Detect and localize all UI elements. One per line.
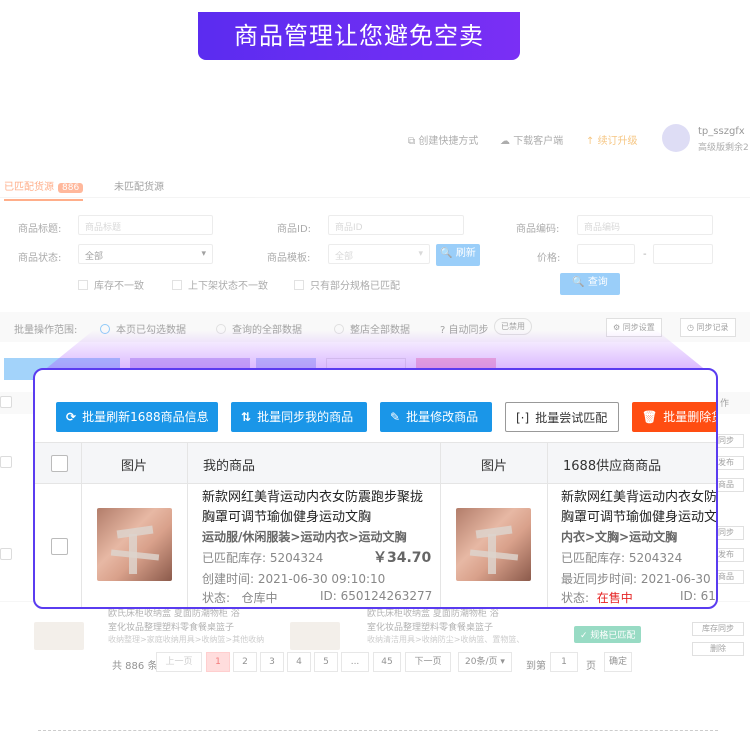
header-supplier-product: 1688供应商商品 bbox=[563, 459, 662, 474]
bg-row-sup-title-2: 室化妆品整理塑料零食餐桌篮子 bbox=[367, 623, 494, 633]
chevron-down-icon: ▾ bbox=[201, 249, 206, 259]
page-ellipsis[interactable]: ... bbox=[341, 652, 369, 672]
price-min-input[interactable] bbox=[577, 244, 635, 264]
chevron-down-icon: ▾ bbox=[418, 249, 423, 259]
header-ops-label: 作 bbox=[720, 399, 730, 409]
supplier-product-image bbox=[456, 508, 531, 581]
template-select[interactable]: 全部 ▾ bbox=[328, 244, 430, 264]
code-input[interactable]: 商品编码 bbox=[577, 215, 713, 235]
download-link[interactable]: ☁ 下载客户端 bbox=[500, 132, 563, 147]
match-icon: [·] bbox=[516, 411, 530, 425]
supplier-product-id: ID: 61 bbox=[680, 589, 716, 603]
price-separator: - bbox=[643, 249, 647, 260]
source-tabs: 已匹配货源 886 未匹配货源 bbox=[0, 170, 750, 201]
divider bbox=[38, 730, 718, 731]
id-label: 商品ID: bbox=[277, 224, 312, 235]
page-1-button[interactable]: 1 bbox=[206, 652, 230, 672]
title-label: 商品标题: bbox=[18, 224, 62, 235]
my-product-stock: 已匹配库存: 5204324 bbox=[202, 551, 324, 565]
tab-matched[interactable]: 已匹配货源 886 bbox=[4, 178, 84, 201]
batch-refresh-1688-button[interactable]: ⟳ 批量刷新1688商品信息 bbox=[56, 402, 218, 432]
price-max-input[interactable] bbox=[653, 244, 713, 264]
refresh-icon: ⟳ bbox=[66, 410, 77, 424]
trash-icon: 🗑 bbox=[642, 410, 658, 424]
id-input[interactable]: 商品ID bbox=[328, 215, 464, 235]
sync-icon: ⇅ bbox=[241, 410, 252, 424]
page-unit-label: 页 bbox=[586, 661, 596, 672]
batch-try-match-button[interactable]: [·] 批量尝试匹配 bbox=[505, 402, 619, 432]
my-product-category: 运动服/休闲服装>运动内衣>运动文胸 bbox=[202, 530, 407, 544]
goto-input[interactable]: 1 bbox=[550, 652, 578, 672]
batch-scope-label: 批量操作范围: bbox=[14, 325, 78, 336]
search-button[interactable]: 🔍 查询 bbox=[560, 273, 620, 295]
bg-row-title-2: 室化妆品整理塑料零食餐桌篮子 bbox=[108, 623, 235, 633]
my-product-created: 创建时间: 2021-06-30 09:10:10 bbox=[202, 572, 386, 586]
header-image-2: 图片 bbox=[481, 459, 508, 474]
template-label: 商品模板: bbox=[267, 253, 311, 264]
supplier-sync-time: 最近同步时间: 2021-06-30 bbox=[561, 572, 711, 586]
supplier-product-category: 内衣>文胸>运动文胸 bbox=[561, 530, 678, 544]
bg-row-category: 收纳整理>家庭收纳用具>收纳篮>其他收纳 bbox=[108, 635, 265, 644]
page-4-button[interactable]: 4 bbox=[287, 652, 311, 672]
plan-text: 高级版剩余2 bbox=[698, 143, 749, 153]
confirm-button[interactable]: 确定 bbox=[604, 652, 632, 672]
my-product-image bbox=[97, 508, 172, 581]
my-product-title[interactable]: 新款网红美背运动内衣女防震跑步聚拢胸罩可调节瑜伽健身运动文胸 bbox=[202, 488, 427, 528]
row-checkbox[interactable] bbox=[51, 538, 68, 555]
supplier-product-status: 状态: 在售中 bbox=[561, 591, 633, 605]
promo-banner: 商品管理让您避免空卖 bbox=[198, 12, 520, 60]
my-product-id: ID: 650124263277 bbox=[320, 589, 433, 603]
batch-edit-button[interactable]: ✎ 批量修改商品 bbox=[380, 402, 492, 432]
pagination: 共 886 条 上一页 1 2 3 4 5 ... 45 下一页 20条/页 ▾… bbox=[0, 652, 750, 676]
supplier-product-title[interactable]: 新款网红美背运动内衣女防震跑步聚拢胸罩可调节瑜伽健身运动文胸 bbox=[561, 488, 716, 528]
side-sync-button-3[interactable]: 库存同步 bbox=[692, 622, 744, 636]
zoomed-product-panel: ⟳ 批量刷新1688商品信息 ⇅ 批量同步我的商品 ✎ 批量修改商品 [·] 批量尝试匹… bbox=[33, 368, 718, 609]
tab-unmatched[interactable]: 未匹配货源 bbox=[114, 178, 164, 193]
header-image: 图片 bbox=[121, 459, 148, 474]
table-header: 图片 我的商品 图片 1688供应商商品 bbox=[35, 442, 716, 484]
matched-count-badge: 886 bbox=[58, 183, 84, 193]
refresh-button[interactable]: 🔍 刷新 bbox=[436, 244, 480, 266]
my-product-status: 状态: 仓库中 bbox=[202, 591, 278, 605]
batch-delete-button[interactable]: 🗑 批量删除货 bbox=[632, 402, 716, 432]
avatar[interactable] bbox=[662, 124, 690, 152]
sync-log-button[interactable]: ◷ 同步记录 bbox=[680, 318, 736, 337]
batch-sync-mine-button[interactable]: ⇅ 批量同步我的商品 bbox=[231, 402, 367, 432]
my-product-price: ￥34.70 bbox=[373, 550, 432, 566]
next-page-button[interactable]: 下一页 bbox=[405, 652, 451, 672]
supplier-product-stock: 已匹配库存: 5204324 bbox=[561, 551, 683, 565]
select-all-checkbox[interactable] bbox=[51, 455, 68, 472]
renew-link[interactable]: ↑ 续订升级 bbox=[586, 132, 638, 147]
page-3-button[interactable]: 3 bbox=[260, 652, 284, 672]
total-count: 共 886 条 bbox=[112, 661, 158, 672]
stock-mismatch-checkbox[interactable]: 库存不一致 bbox=[78, 277, 144, 292]
top-bar: ⧉ 创建快捷方式 ☁ 下载客户端 ↑ 续订升级 tp_sszgfx 高级版剩余2 bbox=[0, 118, 750, 162]
page-5-button[interactable]: 5 bbox=[314, 652, 338, 672]
status-select[interactable]: 全部 ▾ bbox=[78, 244, 213, 264]
filter-panel: 商品标题: 商品标题 商品ID: 商品ID 商品编码: 商品编码 商品状态: 全… bbox=[0, 205, 750, 305]
shortcut-link[interactable]: ⧉ 创建快捷方式 bbox=[408, 132, 478, 147]
goto-label: 到第 bbox=[526, 661, 546, 672]
pencil-icon: ✎ bbox=[390, 410, 401, 424]
status-label: 商品状态: bbox=[18, 253, 62, 264]
partial-match-checkbox[interactable]: 只有部分规格已匹配 bbox=[294, 277, 400, 292]
header-my-product: 我的商品 bbox=[203, 459, 256, 474]
title-input[interactable]: 商品标题 bbox=[78, 215, 213, 235]
page-2-button[interactable]: 2 bbox=[233, 652, 257, 672]
matched-badge: ✓ 规格已匹配 bbox=[574, 626, 642, 643]
bg-row-sup-category: 收纳清洁用具>收纳防尘>收纳篮、置物篮、 bbox=[367, 635, 525, 644]
prev-page-button[interactable]: 上一页 bbox=[156, 652, 202, 672]
username: tp_sszgfx bbox=[698, 126, 745, 137]
page-45-button[interactable]: 45 bbox=[373, 652, 401, 672]
code-label: 商品编码: bbox=[516, 224, 560, 235]
shelf-mismatch-checkbox[interactable]: 上下架状态不一致 bbox=[172, 277, 268, 292]
per-page-select[interactable]: 20条/页 ▾ bbox=[458, 652, 512, 672]
price-label: 价格: bbox=[537, 253, 561, 264]
